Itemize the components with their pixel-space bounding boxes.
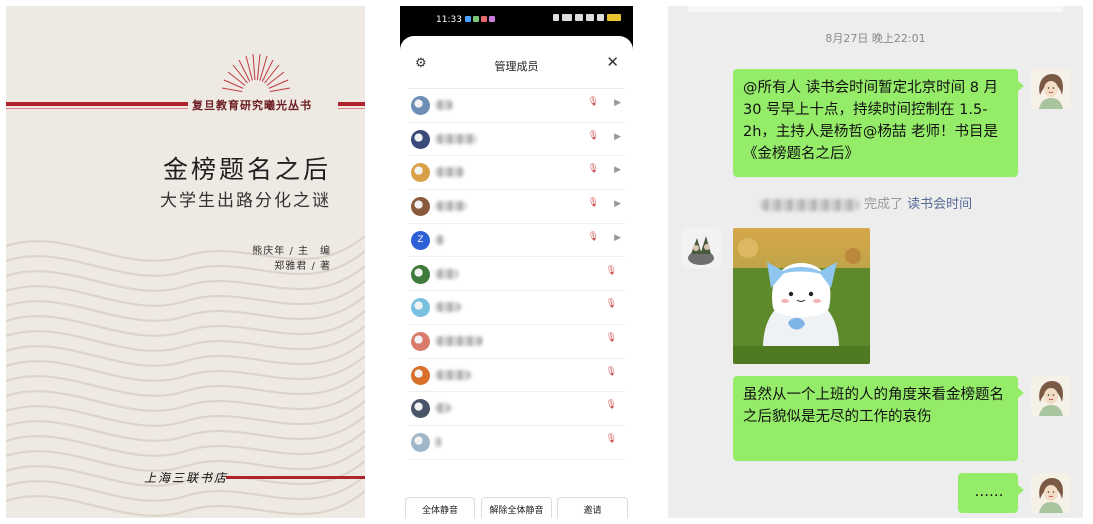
close-icon[interactable]: ✕ [606,53,619,71]
member-avatar [411,264,430,284]
avatar-self-2[interactable] [1031,376,1071,416]
avatar-self-1[interactable] [1031,69,1071,109]
blurred-member-name [435,437,441,447]
status-time: 11:33 [436,15,462,25]
invite-button[interactable]: 邀请 [557,497,628,518]
blurred-member-name [435,302,461,313]
screenshot-collage: 复旦教育研究曦光丛书 金榜题名之后 大学生出路分化之谜 熊庆年 / 主 编 郑雅… [0,0,1093,524]
blurred-member-name [435,268,459,279]
battery-icon [607,14,621,21]
member-row[interactable]: 🎙 [408,291,625,325]
member-row[interactable]: 🎙 ▶ [408,123,625,157]
member-row[interactable]: 🎙 [408,325,625,359]
member-row[interactable]: 🎙 [408,258,625,292]
member-avatar [411,399,430,419]
message-bubble-1[interactable]: @所有人 读书会时间暂定北京时间 8 月 30 号早上十点，持续时间控制在 1.… [733,69,1024,177]
muted-mic-icon[interactable]: 🎙 [606,367,617,377]
book-publisher: 上海三联书店 [144,471,229,485]
avatar-other[interactable] [681,228,721,268]
sketch-portrait-icon [1031,473,1071,513]
shared-photo[interactable] [733,228,870,364]
sunburst-logo [221,54,291,94]
blurred-member-name [435,133,477,144]
member-avatar: Z [411,230,430,250]
member-sheet: ⚙ 管理成员 ✕ 🎙 ▶ 🎙 ▶ 🎙 ▶ 🎙 ▶ Z 🎙 ▶ 🎙 🎙 🎙 🎙 🎙 🎙 全体静音 解除全体静音 邀… [400,36,633,518]
system-message: 完成了 读书会时间 [760,193,972,212]
muted-mic-icon[interactable]: 🎙 [606,400,617,410]
muted-mic-icon[interactable]: 🎙 [588,164,599,174]
system-icons [553,14,621,21]
blurred-member-name [435,403,451,414]
red-band-bottom [226,476,365,479]
muted-mic-icon[interactable]: 🎙 [606,299,617,309]
muted-mic-icon[interactable]: 🎙 [588,232,599,242]
member-avatar [411,365,430,385]
muted-mic-icon[interactable]: 🎙 [606,266,617,276]
member-avatar [411,96,430,115]
muted-mic-icon[interactable]: 🎙 [606,434,617,444]
member-avatar [411,163,430,183]
member-row[interactable]: 🎙 [408,392,625,426]
sketch-portrait-icon [1031,376,1071,416]
book-cover: 复旦教育研究曦光丛书 金榜题名之后 大学生出路分化之谜 熊庆年 / 主 编 郑雅… [6,6,365,518]
muted-mic-icon[interactable]: 🎙 [588,131,599,141]
book-subtitle: 大学生出路分化之谜 [160,191,331,211]
member-row[interactable]: Z 🎙 ▶ [408,224,625,258]
muted-mic-icon[interactable]: 🎙 [606,333,617,343]
member-avatar [411,331,430,351]
plush-toy-image [733,228,870,364]
blurred-member-name [435,201,467,212]
blurred-member-name [435,369,471,380]
chat-timestamp: 8月27日 晚上22:01 [825,32,926,45]
input-strip [688,6,1063,12]
camera-off-icon[interactable]: ▶ [614,98,621,108]
blurred-member-name [435,100,453,110]
unmute-all-button[interactable]: 解除全体静音 [481,497,552,518]
avatar-self-3[interactable] [1031,473,1071,513]
member-row[interactable]: 🎙 ▶ [408,190,625,224]
book-editor: 熊庆年 / 主 编 [252,246,331,257]
camera-off-icon[interactable]: ▶ [614,233,621,243]
sheet-title: 管理成员 [494,60,539,73]
muted-mic-icon[interactable]: 🎙 [588,198,599,208]
member-avatar [411,433,430,452]
chat-window: 8月27日 晚上22:01 @所有人 读书会时间暂定北京时间 8 月 30 号早… [668,6,1083,518]
member-row[interactable]: 🎙 ▶ [408,89,625,123]
blurred-name [760,198,860,211]
blurred-member-name [435,335,483,346]
member-avatar [411,129,430,149]
member-row[interactable]: 🎙 [408,426,625,460]
status-bar: 11:33 [400,6,633,34]
sketch-portrait-icon [1031,69,1071,109]
notification-icons [465,16,495,22]
book-title: 金榜题名之后 [162,155,331,184]
system-link[interactable]: 读书会时间 [907,197,972,212]
camera-off-icon[interactable]: ▶ [614,132,621,142]
book-author: 郑雅君 / 著 [274,261,331,272]
mute-all-button[interactable]: 全体静音 [405,497,475,518]
member-avatar [411,298,430,318]
message-bubble-3[interactable]: …… [958,473,1024,513]
system-text: 完成了 [864,197,904,212]
member-avatar [411,197,430,217]
blurred-member-name [435,234,445,245]
plant-avatar-icon [681,228,721,268]
camera-off-icon[interactable]: ▶ [614,165,621,175]
member-row[interactable]: 🎙 [408,359,625,393]
blurred-member-name [435,167,465,178]
muted-mic-icon[interactable]: 🎙 [588,97,599,107]
phone-screen: 11:33 ⚙ 管理成员 ✕ 🎙 ▶ 🎙 ▶ 🎙 ▶ 🎙 ▶ Z 🎙 ▶ 🎙 🎙 🎙 🎙 🎙 🎙 全体静音 解除… [400,6,633,518]
camera-off-icon[interactable]: ▶ [614,199,621,209]
member-row[interactable]: 🎙 ▶ [408,156,625,191]
series-label: 复旦教育研究曦光丛书 [192,99,312,112]
message-bubble-2[interactable]: 虽然从一个上班的人的角度来看金榜题名之后貌似是无尽的工作的哀伤 [733,376,1024,461]
